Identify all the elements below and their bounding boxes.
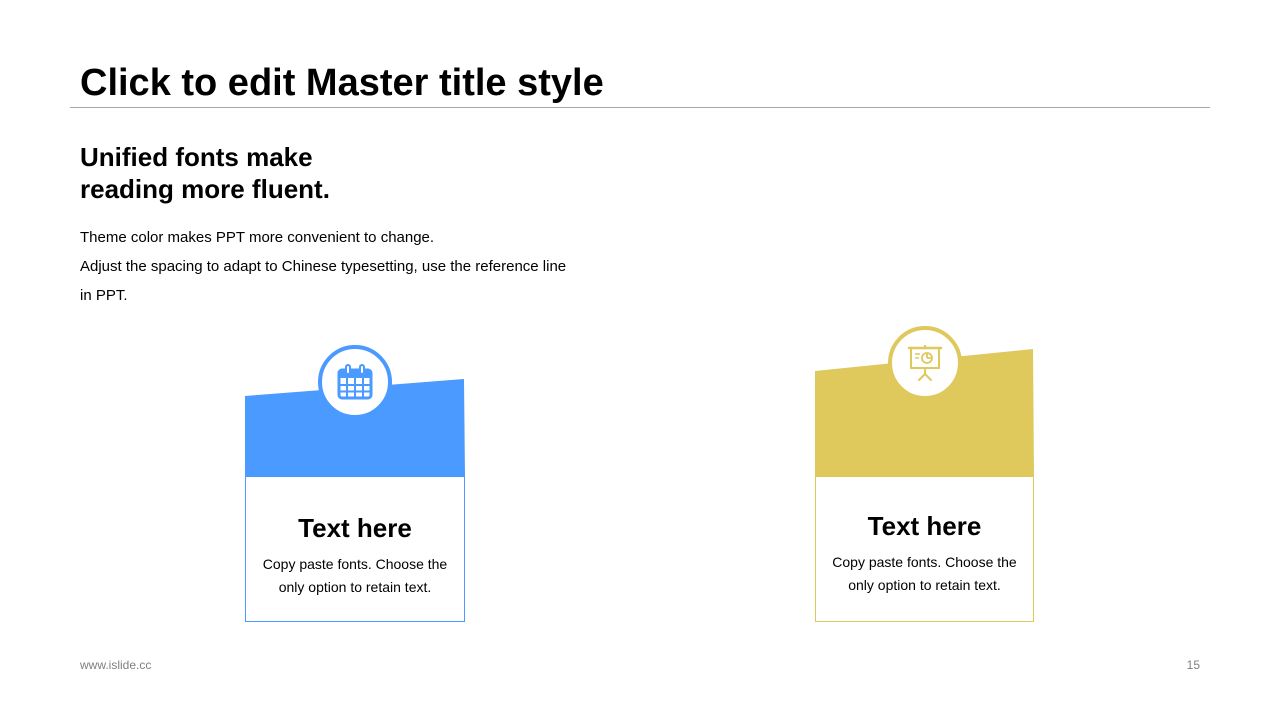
card-text-line: Copy paste fonts. Choose the [262, 556, 448, 572]
card-text-line: only option to retain text. [848, 577, 1001, 593]
page-number: 15 [1186, 658, 1200, 672]
card-gold: Text here Copy paste fonts. Choose the o… [815, 476, 1034, 622]
card-blue: Text here Copy paste fonts. Choose the o… [245, 476, 465, 622]
card-text-line: only option to retain text. [278, 579, 432, 595]
card-header-shapes [245, 349, 1034, 477]
card-text: Copy paste fonts. Choose the only option… [824, 551, 1025, 597]
footer-website: www.islide.cc [80, 658, 152, 672]
card-heading: Text here [867, 511, 982, 541]
card-gold-icon-badge [888, 326, 962, 400]
card-text-line: Copy paste fonts. Choose the [832, 554, 1017, 570]
card-blue-icon-badge [318, 345, 392, 419]
calendar-icon [337, 364, 373, 400]
presentation-board-icon [907, 345, 943, 381]
card-text: Copy paste fonts. Choose the only option… [254, 553, 456, 599]
card-heading: Text here [298, 513, 412, 543]
